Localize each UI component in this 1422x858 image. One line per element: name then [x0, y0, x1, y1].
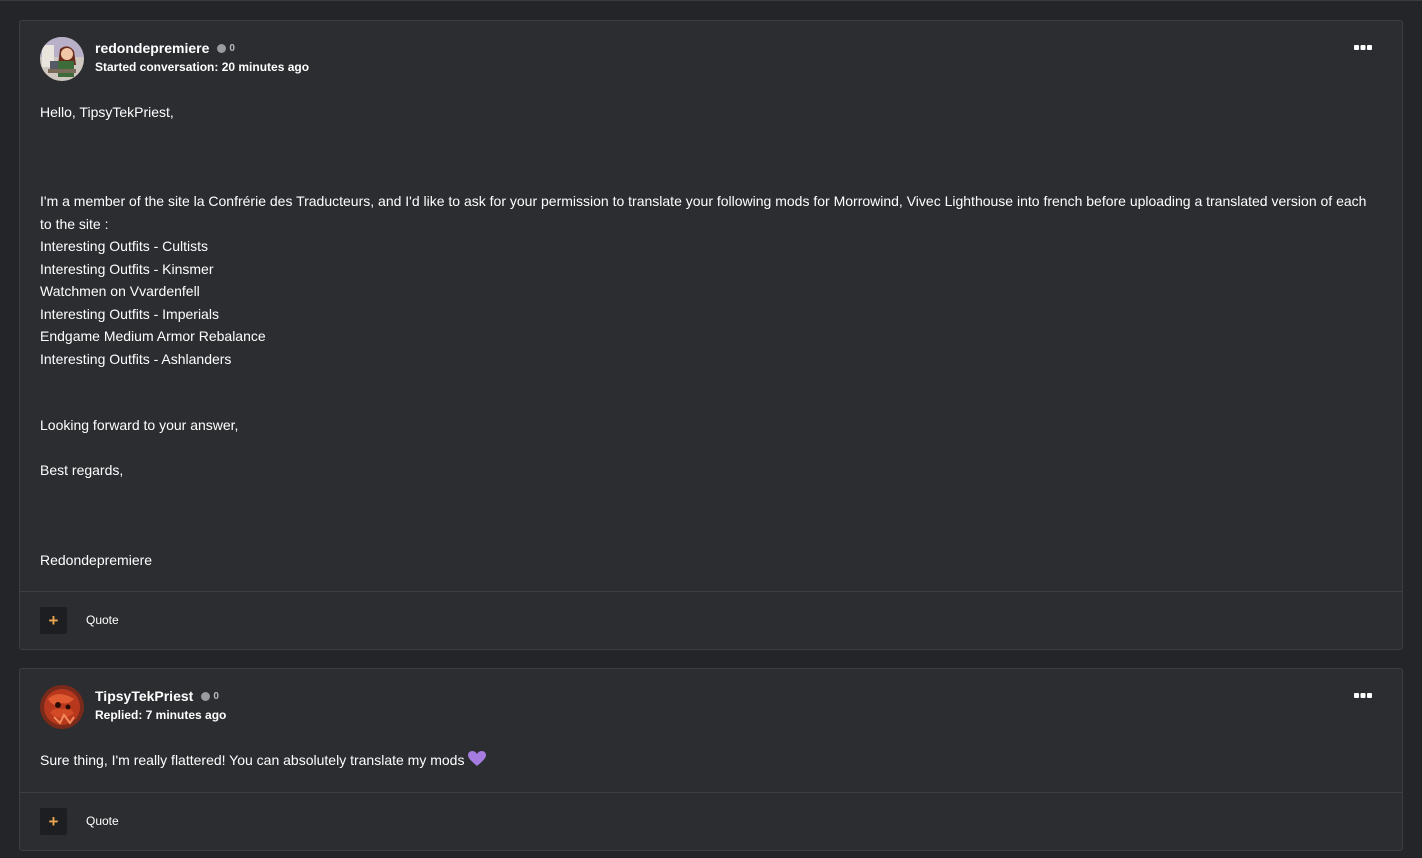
list-item: Interesting Outfits - Imperials: [40, 305, 219, 322]
reputation-dot-icon: [217, 43, 227, 53]
signature-block: Redondepremiere: [40, 549, 1372, 572]
message-post: TipsyTekPriest 0 Replied: 7 minutes ago …: [19, 668, 1403, 851]
list-item: Interesting Outfits - Kinsmer: [40, 260, 214, 277]
author-name[interactable]: TipsyTekPriest: [95, 688, 193, 704]
list-item: Watchmen on Vvardenfell: [40, 283, 200, 299]
list-item: Interesting Outfits - Cultists: [40, 238, 209, 254]
post-footer: + Quote: [20, 591, 1402, 649]
post-footer: + Quote: [20, 792, 1402, 850]
regards-block: Best regards,: [40, 459, 1372, 482]
intro-text: I'm a member of the site la Confrérie de…: [40, 193, 1367, 232]
reputation-badge: 0: [201, 691, 219, 702]
message-post: redondepremiere 0 Started conversation: …: [19, 20, 1403, 650]
closing-block: Looking forward to your answer,: [40, 414, 1372, 437]
user-avatar-icon: [40, 685, 84, 729]
closing-text: Looking forward to your answer,: [40, 417, 239, 433]
react-plus-button[interactable]: +: [40, 607, 67, 634]
user-avatar-icon: [40, 37, 84, 81]
react-plus-button[interactable]: +: [40, 808, 67, 835]
avatar[interactable]: [40, 37, 84, 81]
regards-text: Best regards,: [40, 462, 124, 478]
list-item: Endgame Medium Armor Rebalance: [40, 328, 266, 344]
quote-button[interactable]: Quote: [86, 814, 119, 828]
plus-icon: +: [48, 811, 59, 831]
post-body: Hello, TipsyTekPriest,: [40, 101, 1372, 124]
reputation-count: 0: [213, 690, 219, 702]
post-meta: Started conversation: 20 minutes ago: [95, 60, 310, 74]
reputation-count: 0: [229, 42, 235, 54]
top-divider: [0, 0, 1422, 1]
post-body: Sure thing, I'm really flattered! You ca…: [40, 749, 1372, 774]
more-options-icon[interactable]: [1354, 43, 1372, 53]
purple-heart-icon: [468, 751, 487, 774]
reply-text: Sure thing, I'm really flattered! You ca…: [40, 752, 465, 768]
signature-text: Redondepremiere: [40, 552, 153, 568]
author-name[interactable]: redondepremiere: [95, 40, 209, 56]
avatar[interactable]: [40, 685, 84, 729]
post-meta: Replied: 7 minutes ago: [95, 708, 227, 722]
list-item: Interesting Outfits - Ashlanders: [40, 350, 232, 367]
reputation-badge: 0: [217, 43, 235, 54]
reputation-dot-icon: [201, 691, 211, 701]
post-body-main: I'm a member of the site la Confrérie de…: [40, 190, 1372, 370]
plus-icon: +: [48, 610, 59, 630]
quote-button[interactable]: Quote: [86, 613, 119, 627]
greeting-text: Hello, TipsyTekPriest,: [40, 104, 174, 120]
more-options-icon[interactable]: [1354, 691, 1372, 701]
